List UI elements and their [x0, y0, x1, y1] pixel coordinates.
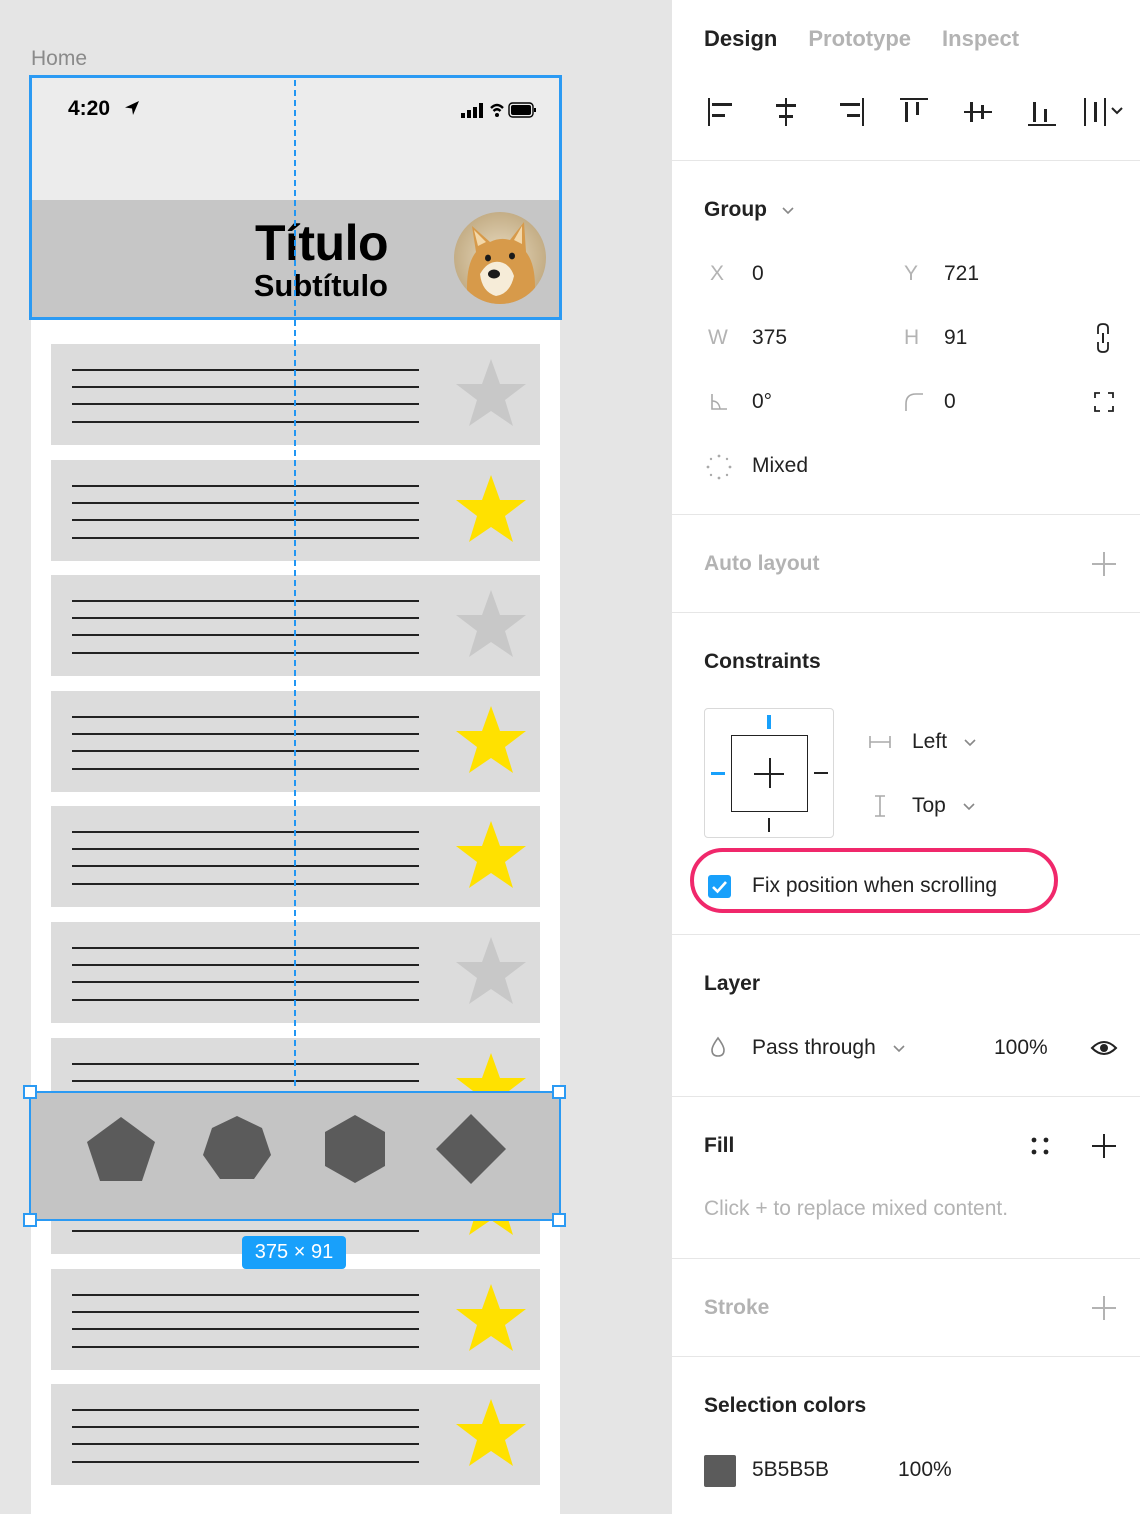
list-item[interactable] — [51, 1269, 540, 1370]
horizontal-constraint-value: Left — [912, 730, 948, 753]
fill-hint: Click + to replace mixed content. — [704, 1197, 1009, 1220]
rotation-field[interactable]: 0° — [752, 390, 772, 414]
align-left-icon[interactable] — [704, 94, 740, 130]
star-icon[interactable] — [453, 933, 529, 1009]
constraint-top-marker[interactable] — [767, 715, 771, 729]
layer-title: Layer — [704, 972, 761, 995]
align-bottom-icon[interactable] — [1024, 94, 1060, 130]
star-icon[interactable] — [453, 355, 529, 431]
horizontal-constraint-icon — [869, 736, 891, 748]
star-icon[interactable] — [453, 586, 529, 662]
constraints-title: Constraints — [704, 650, 821, 673]
design-canvas[interactable]: Home 4:20 Título Subtítulo 375 × 91 — [0, 0, 672, 1514]
blend-mode-dropdown[interactable]: Pass through — [752, 1036, 906, 1060]
clip-content-icon — [706, 454, 732, 480]
color-hex-field[interactable]: 5B5B5B — [752, 1458, 829, 1482]
fill-title: Fill — [704, 1134, 735, 1157]
frame-label[interactable]: Home — [31, 47, 87, 71]
tab-inspect[interactable]: Inspect — [942, 26, 1019, 52]
auto-layout-title: Auto layout — [704, 552, 820, 575]
w-field[interactable]: 375 — [752, 326, 787, 350]
chevron-down-icon — [782, 207, 794, 215]
chevron-down-icon — [964, 739, 976, 747]
star-icon[interactable] — [453, 1395, 529, 1471]
tab-bar-group[interactable] — [29, 1091, 561, 1221]
x-label: X — [710, 262, 725, 285]
header-selection-outline — [29, 75, 562, 320]
align-top-icon[interactable] — [896, 94, 932, 130]
resize-handle-bottom-right[interactable] — [552, 1213, 566, 1227]
color-swatch[interactable] — [704, 1455, 736, 1487]
mixed-radius-field[interactable]: Mixed — [752, 454, 808, 478]
corner-radius-icon — [905, 393, 923, 411]
diamond-icon[interactable] — [433, 1113, 509, 1185]
fix-position-checkbox[interactable] — [708, 875, 731, 898]
vertical-constraint-dropdown[interactable]: Top — [912, 794, 976, 818]
blend-mode-icon — [711, 1036, 725, 1057]
constraint-inner-box — [731, 735, 808, 812]
radius-field[interactable]: 0 — [944, 390, 956, 414]
hexagon-icon[interactable] — [319, 1113, 391, 1185]
blend-mode-value: Pass through — [752, 1036, 876, 1059]
star-icon[interactable] — [453, 817, 529, 893]
h-label: H — [904, 326, 920, 349]
group-title-text: Group — [704, 198, 767, 221]
resize-handle-bottom-left[interactable] — [23, 1213, 37, 1227]
pentagon-icon[interactable] — [85, 1113, 157, 1185]
list-item[interactable] — [51, 1384, 540, 1485]
star-icon[interactable] — [453, 1280, 529, 1356]
vertical-constraint-icon — [875, 795, 885, 817]
constrain-proportions-icon[interactable] — [1094, 322, 1112, 354]
y-label: Y — [904, 262, 919, 285]
alignment-toolbar — [702, 94, 1123, 130]
eye-icon[interactable] — [1090, 1038, 1118, 1058]
resize-handle-top-left[interactable] — [23, 1085, 37, 1099]
checkmark-icon — [712, 881, 727, 894]
star-icon[interactable] — [453, 702, 529, 778]
y-field[interactable]: 721 — [944, 262, 979, 286]
independent-corners-icon[interactable] — [1094, 392, 1114, 412]
x-field[interactable]: 0 — [752, 262, 764, 286]
add-auto-layout-icon[interactable] — [1092, 552, 1116, 576]
chevron-down-icon — [963, 803, 975, 811]
constraint-left-marker[interactable] — [711, 772, 725, 775]
w-label: W — [708, 326, 728, 349]
styles-grid-icon[interactable] — [1030, 1136, 1050, 1156]
constraint-widget[interactable] — [704, 708, 834, 838]
dimension-badge: 375 × 91 — [242, 1236, 346, 1269]
color-opacity-field[interactable]: 100% — [898, 1458, 952, 1482]
constraint-bottom-marker[interactable] — [768, 818, 770, 832]
tab-prototype[interactable]: Prototype — [808, 26, 911, 52]
properties-panel: Design Prototype Inspect Group X 0 Y 721… — [672, 0, 1140, 1514]
heptagon-icon[interactable] — [201, 1113, 273, 1185]
rotation-icon — [711, 394, 727, 410]
chevron-down-icon — [893, 1045, 905, 1053]
selection-colors-title: Selection colors — [704, 1394, 867, 1417]
horizontal-constraint-dropdown[interactable]: Left — [912, 730, 977, 754]
distribute-spacing-icon[interactable] — [1082, 94, 1128, 130]
add-stroke-icon[interactable] — [1092, 1296, 1116, 1320]
resize-handle-top-right[interactable] — [552, 1085, 566, 1099]
align-right-icon[interactable] — [832, 94, 868, 130]
fix-position-label[interactable]: Fix position when scrolling — [752, 874, 997, 898]
panel-tabs: Design Prototype Inspect — [704, 26, 1019, 52]
layer-opacity-field[interactable]: 100% — [994, 1036, 1048, 1060]
add-fill-icon[interactable] — [1092, 1134, 1116, 1158]
vertical-constraint-value: Top — [912, 794, 946, 817]
star-icon[interactable] — [453, 471, 529, 547]
tab-design[interactable]: Design — [704, 26, 777, 52]
constraint-right-marker[interactable] — [814, 772, 828, 774]
group-section-title[interactable]: Group — [704, 198, 795, 222]
stroke-title: Stroke — [704, 1296, 770, 1319]
align-horizontal-center-icon[interactable] — [768, 94, 804, 130]
align-vertical-center-icon[interactable] — [960, 94, 996, 130]
h-field[interactable]: 91 — [944, 326, 967, 350]
